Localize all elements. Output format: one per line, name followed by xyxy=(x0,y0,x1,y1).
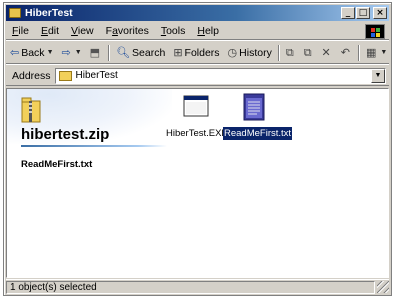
search-label: Search xyxy=(132,46,166,59)
folder-content-area[interactable]: hibertest.zip ReadMeFirst.txt HiberTest.… xyxy=(6,88,389,278)
address-label: Address xyxy=(12,69,51,82)
address-value: HiberTest xyxy=(75,70,118,81)
maximize-button[interactable]: □ xyxy=(356,7,370,19)
delete-icon: ✕ xyxy=(321,46,331,59)
info-pane-selected-file: ReadMeFirst.txt xyxy=(21,159,93,170)
chevron-down-icon: ▼ xyxy=(74,49,82,56)
file-item-hibertest-exe[interactable]: HiberTest.EXE xyxy=(165,92,228,140)
history-label: History xyxy=(239,46,272,59)
address-dropdown-button[interactable]: ▼ xyxy=(371,68,385,83)
address-bar: Address HiberTest ▼ xyxy=(6,66,389,86)
up-folder-button[interactable]: ⬒ xyxy=(86,43,106,63)
menu-bar: File Edit View Favorites Tools Help xyxy=(6,23,389,40)
web-view-info-pane: hibertest.zip ReadMeFirst.txt xyxy=(7,89,172,277)
folders-label: Folders xyxy=(184,46,220,59)
menu-favorites[interactable]: Favorites xyxy=(100,25,155,37)
folders-icon: ⊞ xyxy=(173,46,183,59)
views-button[interactable]: ▦ ▼ xyxy=(362,43,391,63)
copy-to-icon: ⧉ xyxy=(303,45,312,59)
status-bar: 1 object(s) selected xyxy=(6,279,389,294)
undo-icon: ↶ xyxy=(340,46,350,59)
address-input[interactable]: HiberTest ▼ xyxy=(54,67,386,84)
status-text: 1 object(s) selected xyxy=(6,280,375,294)
up-folder-icon: ⬒ xyxy=(89,46,101,59)
history-button[interactable]: ◷ History xyxy=(224,43,276,63)
close-button[interactable]: × xyxy=(373,7,387,19)
delete-button[interactable]: ✕ xyxy=(318,43,337,63)
file-name: HiberTest.EXE xyxy=(166,128,228,139)
menu-tools[interactable]: Tools xyxy=(155,25,192,37)
explorer-window: HiberTest _ □ × File Edit View Favorites… xyxy=(3,2,392,296)
search-icon: 🔍︎ xyxy=(116,46,131,59)
resize-grip-icon[interactable] xyxy=(377,281,389,293)
forward-button[interactable]: ⇨ ▼ xyxy=(58,43,86,63)
chevron-down-icon: ▼ xyxy=(46,49,54,56)
file-name: ReadMeFirst.txt xyxy=(223,127,293,140)
menu-edit[interactable]: Edit xyxy=(35,25,65,37)
folders-button[interactable]: ⊞ Folders xyxy=(169,43,223,63)
folder-icon xyxy=(9,8,21,18)
chevron-down-icon: ▼ xyxy=(380,49,388,56)
title-bar[interactable]: HiberTest _ □ × xyxy=(6,5,389,21)
back-arrow-icon: ⇦ xyxy=(10,46,20,59)
exe-window-icon xyxy=(183,95,209,117)
move-to-icon: ⧉ xyxy=(285,45,294,59)
move-to-button[interactable]: ⧉ xyxy=(282,43,300,63)
standard-toolbar: ⇦ Back ▼ ⇨ ▼ ⬒ 🔍︎ Search ⊞ Folders ◷ His… xyxy=(6,42,389,64)
menu-view[interactable]: View xyxy=(65,25,100,37)
toolbar-separator xyxy=(357,44,360,61)
forward-arrow-icon: ⇨ xyxy=(61,46,71,59)
window-title: HiberTest xyxy=(25,7,73,19)
back-label: Back xyxy=(21,46,45,59)
info-pane-divider xyxy=(21,145,167,147)
toolbar-separator xyxy=(277,44,280,61)
folder-icon xyxy=(58,70,72,81)
back-button[interactable]: ⇦ Back ▼ xyxy=(6,43,58,63)
file-item-readmefirst-txt[interactable]: ReadMeFirst.txt xyxy=(223,92,293,140)
info-pane-title: hibertest.zip xyxy=(21,126,110,143)
zip-folder-icon xyxy=(21,97,41,123)
toolbar-separator xyxy=(108,44,111,61)
views-icon: ▦ xyxy=(365,46,377,59)
windows-logo-icon xyxy=(365,24,385,39)
undo-button[interactable]: ↶ xyxy=(337,43,356,63)
menu-help[interactable]: Help xyxy=(191,25,225,37)
notepad-text-icon xyxy=(243,93,265,121)
search-button[interactable]: 🔍︎ Search xyxy=(112,43,169,63)
minimize-button[interactable]: _ xyxy=(341,7,355,19)
history-icon: ◷ xyxy=(227,46,238,59)
menu-file[interactable]: File xyxy=(6,25,35,37)
copy-to-button[interactable]: ⧉ xyxy=(300,43,318,63)
